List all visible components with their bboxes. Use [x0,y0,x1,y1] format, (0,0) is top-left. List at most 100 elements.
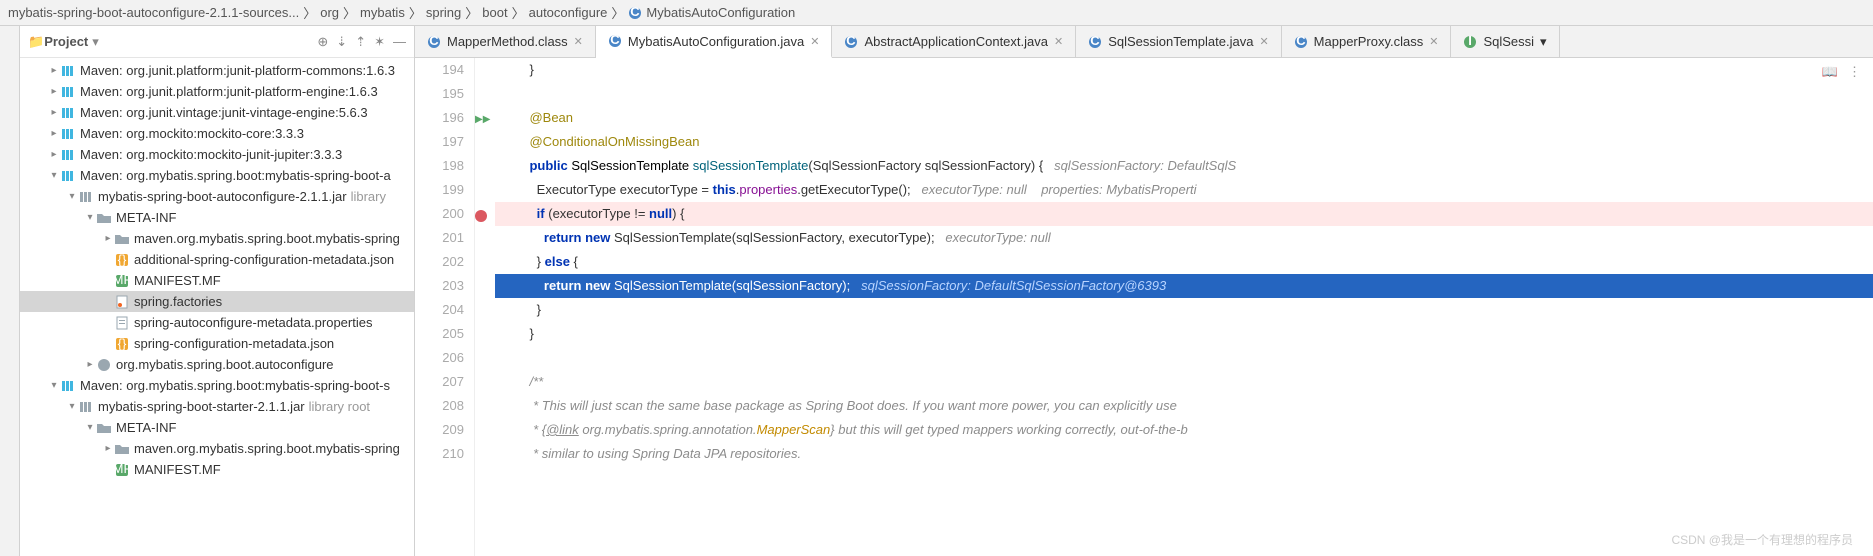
lib-icon [60,84,76,100]
editor-tab[interactable]: CMapperProxy.class✕ [1282,26,1452,57]
svg-text:{}: {} [118,336,127,351]
tree-node[interactable]: ▸Maven: org.junit.platform:junit-platfor… [20,81,414,102]
tree-label: additional-spring-configuration-metadata… [134,252,394,267]
props-icon [114,315,130,331]
chevron-icon[interactable]: ▾ [66,401,78,412]
hide-icon[interactable]: — [393,34,406,50]
close-icon[interactable]: ✕ [810,35,819,48]
chevron-down-icon[interactable]: ▾ [1540,34,1547,50]
tree-node[interactable]: ▸maven.org.mybatis.spring.boot.mybatis-s… [20,228,414,249]
code-line[interactable]: return new SqlSessionTemplate(sqlSession… [495,274,1873,298]
chevron-icon[interactable]: ▾ [66,191,78,202]
code-line[interactable]: } [495,322,1873,346]
breakpoint-icon[interactable] [475,210,487,222]
code-line[interactable]: /** [495,370,1873,394]
interface-icon: I [1463,35,1477,49]
chevron-icon[interactable]: ▸ [48,149,60,160]
tree-node[interactable]: ▸Maven: org.junit.platform:junit-platfor… [20,60,414,81]
breadcrumb-item[interactable]: boot [482,5,507,20]
gutter-icons[interactable]: ▶▶ [475,58,495,556]
line-numbers: 1941951961971981992002012022032042052062… [415,58,475,556]
chevron-icon[interactable]: ▸ [102,443,114,454]
tree-node[interactable]: ▾ META-INF [20,417,414,438]
tree-node[interactable]: MFMANIFEST.MF [20,270,414,291]
code-line[interactable]: } else { [495,250,1873,274]
chevron-icon[interactable]: ▾ [48,170,60,181]
tree-node[interactable]: ▾mybatis-spring-boot-autoconfigure-2.1.1… [20,186,414,207]
tree-label: maven.org.mybatis.spring.boot.mybatis-sp… [134,441,400,456]
run-gutter-icon[interactable]: ▶▶ [475,114,490,125]
breadcrumb-item[interactable]: spring [426,5,461,20]
code-line[interactable]: @Bean [495,106,1873,130]
tree-node[interactable]: {}spring-configuration-metadata.json [20,333,414,354]
json-icon: {} [114,336,130,352]
breadcrumb-item[interactable]: mybatis [360,5,405,20]
tree-label: MANIFEST.MF [134,462,221,477]
more-icon[interactable]: ⋮ [1848,64,1861,80]
chevron-icon[interactable]: ▾ [84,212,96,223]
code-line[interactable]: * similar to using Spring Data JPA repos… [495,442,1873,466]
tree-label: Maven: org.junit.vintage:junit-vintage-e… [80,105,368,120]
tree-label: META-INF [116,420,176,435]
code-line[interactable]: } [495,58,1873,82]
code-editor[interactable]: 1941951961971981992002012022032042052062… [415,58,1873,556]
editor-tab[interactable]: CMybatisAutoConfiguration.java✕ [596,26,833,58]
tree-node[interactable]: ▸ maven.org.mybatis.spring.boot.mybatis-s… [20,438,414,459]
breadcrumb-item[interactable]: org [320,5,339,20]
tree-node[interactable]: ▸org.mybatis.spring.boot.autoconfigure [20,354,414,375]
close-icon[interactable]: ✕ [1259,35,1268,48]
breadcrumb-item[interactable]: autoconfigure [529,5,608,20]
code-line[interactable]: } [495,298,1873,322]
tree-node[interactable]: ▾mybatis-spring-boot-starter-2.1.1.jarli… [20,396,414,417]
code-line[interactable]: * This will just scan the same base pack… [495,394,1873,418]
chevron-icon[interactable]: ▾ [48,380,60,391]
tree-node[interactable]: ▸Maven: org.mockito:mockito-junit-jupite… [20,144,414,165]
breadcrumb-file[interactable]: MybatisAutoConfiguration [646,5,795,20]
reader-mode-icon[interactable]: 📖 [1822,64,1838,80]
tab-label: SqlSessi [1483,34,1534,49]
tree-node[interactable]: spring-autoconfigure-metadata.properties [20,312,414,333]
select-opened-file-icon[interactable]: ⊕ [317,34,328,50]
code-line[interactable]: ExecutorType executorType = this.propert… [495,178,1873,202]
dropdown-icon[interactable]: ▾ [92,34,99,50]
tree-node[interactable]: ▾META-INF [20,207,414,228]
code-line[interactable]: * {@link org.mybatis.spring.annotation.M… [495,418,1873,442]
tree-node[interactable]: ▸ Maven: org.junit.vintage:junit-vintage-… [20,102,414,123]
class-icon: C [1088,35,1102,49]
expand-all-icon[interactable]: ⇣ [336,34,347,50]
editor-tab[interactable]: CMapperMethod.class✕ [415,26,596,57]
code-line[interactable]: return new SqlSessionTemplate(sqlSession… [495,226,1873,250]
tool-window-stripe[interactable] [0,26,20,556]
tree-node[interactable]: spring.factories [20,291,414,312]
collapse-all-icon[interactable]: ⇡ [355,34,366,50]
editor-tab[interactable]: CSqlSessionTemplate.java✕ [1076,26,1281,57]
code-line[interactable]: @ConditionalOnMissingBean [495,130,1873,154]
editor-tab[interactable]: CAbstractApplicationContext.java✕ [832,26,1076,57]
chevron-icon[interactable]: ▸ [102,233,114,244]
tree-node[interactable]: ▾Maven: org.mybatis.spring.boot:mybatis-… [20,165,414,186]
chevron-icon[interactable]: ▾ [84,422,96,433]
editor-tab[interactable]: I SqlSessi ▾ [1451,26,1559,57]
project-tree[interactable]: ▸Maven: org.junit.platform:junit-platfor… [20,58,414,480]
settings-icon[interactable]: ✶ [374,34,385,50]
tree-node[interactable]: {}additional-spring-configuration-metada… [20,249,414,270]
code-line[interactable] [495,346,1873,370]
chevron-icon[interactable]: ▸ [84,359,96,370]
breadcrumb-root[interactable]: mybatis-spring-boot-autoconfigure-2.1.1-… [8,5,299,20]
chevron-icon[interactable]: ▸ [48,107,60,118]
code-line[interactable]: public SqlSessionTemplate sqlSessionTemp… [495,154,1873,178]
tree-node[interactable]: MFMANIFEST.MF [20,459,414,480]
tree-node[interactable]: ▸Maven: org.mockito:mockito-core:3.3.3 [20,123,414,144]
code-line[interactable] [495,82,1873,106]
code-line[interactable]: if (executorType != null) { [495,202,1873,226]
chevron-icon[interactable]: ▸ [48,128,60,139]
close-icon[interactable]: ✕ [1429,35,1438,48]
chevron-icon[interactable]: ▸ [48,65,60,76]
close-icon[interactable]: ✕ [1054,35,1063,48]
svg-text:I: I [1469,35,1473,48]
close-icon[interactable]: ✕ [574,35,583,48]
code-content[interactable]: } @Bean @ConditionalOnMissingBean public… [495,58,1873,556]
project-title[interactable]: Project [44,34,88,49]
chevron-icon[interactable]: ▸ [48,86,60,97]
tree-node[interactable]: ▾Maven: org.mybatis.spring.boot:mybatis-… [20,375,414,396]
